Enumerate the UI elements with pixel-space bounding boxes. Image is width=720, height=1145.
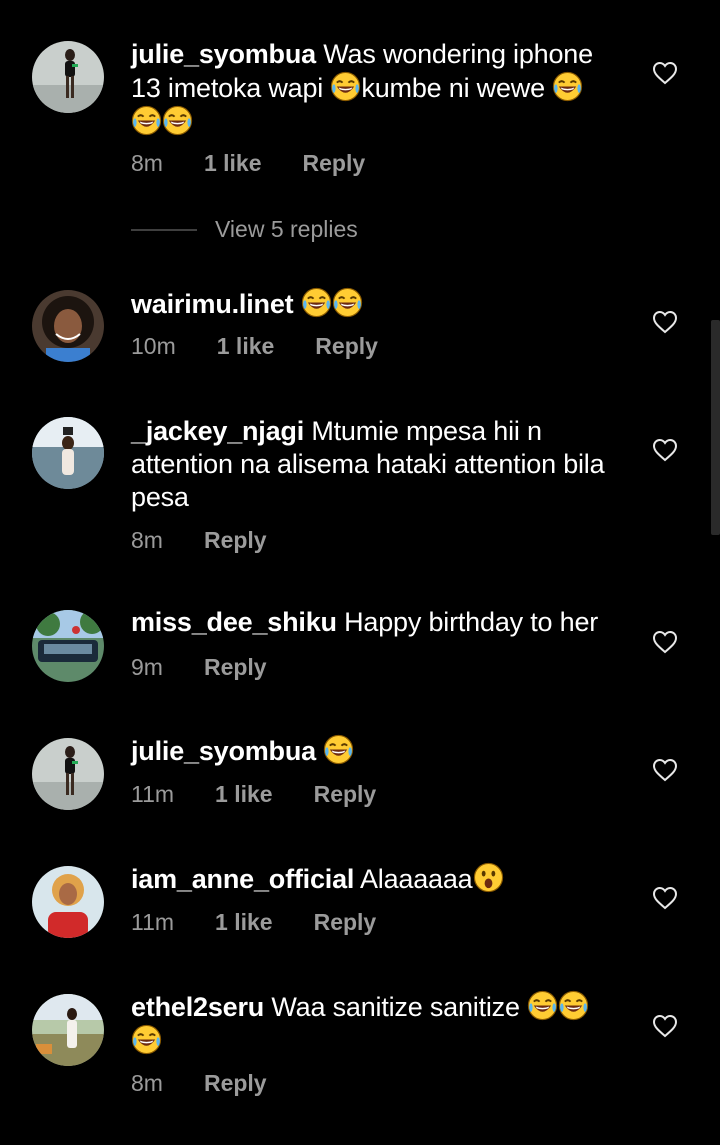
laughing-emoji-icon <box>330 71 361 102</box>
surprised-emoji-icon <box>473 862 504 893</box>
likes-count[interactable]: 1 like <box>215 909 273 936</box>
username[interactable]: iam_anne_official <box>131 864 354 894</box>
heart-icon[interactable] <box>652 310 678 334</box>
avatar[interactable] <box>32 994 104 1066</box>
laughing-emoji-icon <box>332 287 363 318</box>
likes-count[interactable]: 1 like <box>204 150 262 177</box>
comment-meta: 11m 1 like Reply <box>131 781 376 808</box>
comment-body: Waa sanitize sanitize <box>264 992 528 1022</box>
laughing-emoji-icon <box>527 990 558 1021</box>
timestamp: 8m <box>131 527 163 553</box>
timestamp: 11m <box>131 909 175 935</box>
laughing-emoji-icon <box>552 71 583 102</box>
comment-text: wairimu.linet <box>131 287 611 321</box>
heart-icon[interactable] <box>652 758 678 782</box>
comment-text: _jackey_njagi Mtumie mpesa hii n attenti… <box>131 415 611 514</box>
comment-meta: 11m 1 like Reply <box>131 909 376 936</box>
comment-text: miss_dee_shiku Happy birthday to her <box>131 606 611 639</box>
avatar[interactable] <box>32 41 104 113</box>
view-replies-label: View 5 replies <box>215 216 358 242</box>
timestamp: 11m <box>131 781 175 807</box>
reply-button[interactable]: Reply <box>315 333 378 360</box>
comment-text: iam_anne_official Alaaaaaa <box>131 862 611 896</box>
reply-button[interactable]: Reply <box>314 781 377 808</box>
username[interactable]: _jackey_njagi <box>131 416 304 446</box>
heart-icon[interactable] <box>652 1014 678 1038</box>
divider <box>131 228 197 231</box>
heart-icon[interactable] <box>652 630 678 654</box>
username[interactable]: wairimu.linet <box>131 289 294 319</box>
timestamp: 8m <box>131 1070 163 1096</box>
laughing-emoji-icon <box>558 990 589 1021</box>
laughing-emoji-icon <box>162 105 193 136</box>
timestamp: 10m <box>131 333 176 359</box>
timestamp: 9m <box>131 654 163 680</box>
scrollbar[interactable] <box>711 320 720 535</box>
avatar[interactable] <box>32 290 104 362</box>
comment-body: kumbe ni wewe <box>361 73 553 103</box>
reply-button[interactable]: Reply <box>303 150 366 177</box>
comment-meta: 10m 1 like Reply <box>131 333 378 360</box>
username[interactable]: julie_syombua <box>131 39 316 69</box>
comment-meta: 8m 1 like Reply <box>131 150 365 177</box>
comment-body: Alaaaaaa <box>354 864 473 894</box>
comment-text: ethel2seru Waa sanitize sanitize <box>131 990 611 1058</box>
heart-icon[interactable] <box>652 886 678 910</box>
comment-meta: 8m Reply <box>131 527 267 554</box>
avatar[interactable] <box>32 866 104 938</box>
comment-meta: 9m Reply <box>131 654 267 681</box>
comment-text: julie_syombua Was wondering iphone 13 im… <box>131 38 611 139</box>
avatar[interactable] <box>32 417 104 489</box>
view-replies-button[interactable]: View 5 replies <box>131 216 358 243</box>
reply-button[interactable]: Reply <box>204 654 267 681</box>
avatar[interactable] <box>32 610 104 682</box>
heart-icon[interactable] <box>652 438 678 462</box>
avatar[interactable] <box>32 738 104 810</box>
timestamp: 8m <box>131 150 163 176</box>
heart-icon[interactable] <box>652 61 678 85</box>
reply-button[interactable]: Reply <box>204 1070 267 1097</box>
laughing-emoji-icon <box>131 105 162 136</box>
laughing-emoji-icon <box>131 1024 162 1055</box>
comment-meta: 8m Reply <box>131 1070 267 1097</box>
laughing-emoji-icon <box>323 734 354 765</box>
reply-button[interactable]: Reply <box>204 527 267 554</box>
username[interactable]: miss_dee_shiku <box>131 607 337 637</box>
reply-button[interactable]: Reply <box>314 909 377 936</box>
likes-count[interactable]: 1 like <box>215 781 273 808</box>
username[interactable]: ethel2seru <box>131 992 264 1022</box>
likes-count[interactable]: 1 like <box>217 333 275 360</box>
comment-text: julie_syombua <box>131 734 611 768</box>
laughing-emoji-icon <box>301 287 332 318</box>
comment-body: Happy birthday to her <box>336 607 599 637</box>
username[interactable]: julie_syombua <box>131 736 316 766</box>
